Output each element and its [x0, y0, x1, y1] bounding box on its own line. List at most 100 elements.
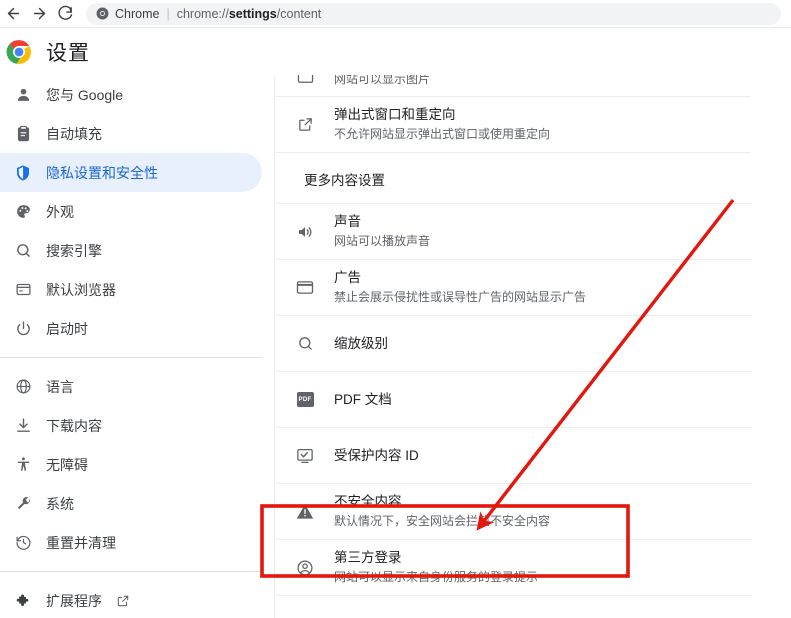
reload-icon[interactable]	[52, 1, 78, 27]
sidebar-item-label: 无障碍	[46, 456, 88, 473]
external-link-icon	[276, 116, 334, 133]
palette-icon	[0, 203, 46, 220]
omnibox-url-prefix: chrome://	[176, 6, 229, 21]
sidebar-item-search-engine[interactable]: 搜索引擎	[0, 231, 262, 270]
ad-icon	[276, 280, 334, 295]
sidebar-item-appearance[interactable]: 外观	[0, 192, 262, 231]
shield-icon	[0, 164, 46, 182]
content-row-text: 网站可以显示图片	[334, 75, 751, 88]
content-row-text: 不安全内容 默认情况下，安全网站会拦截不安全内容	[334, 493, 751, 530]
settings-sidebar: 您与 Google 自动填充 隐私设置和安全性 外观 搜索引擎 默认浏览器 启动…	[0, 75, 275, 618]
sidebar-item-label: 启动时	[46, 320, 88, 337]
pdf-icon: PDF	[276, 392, 334, 407]
omnibox-url: chrome://settings/content	[177, 7, 322, 21]
content-row-title: 弹出式窗口和重定向	[334, 107, 456, 122]
sidebar-item-privacy-and-security[interactable]: 隐私设置和安全性	[0, 153, 262, 192]
sidebar-item-label: 默认浏览器	[46, 281, 116, 298]
content-row-subtitle: 禁止会展示侵扰性或误导性广告的网站显示广告	[334, 290, 587, 304]
browser-toolbar: Chrome | chrome://settings/content	[0, 0, 791, 28]
content-row-title: 广告	[334, 270, 361, 285]
content-row-sound[interactable]: 声音 网站可以播放声音	[276, 204, 751, 260]
content-row-popups-and-redirects[interactable]: 弹出式窗口和重定向 不允许网站显示弹出式窗口或使用重定向	[276, 97, 751, 153]
person-icon	[0, 86, 46, 103]
sidebar-item-accessibility[interactable]: 无障碍	[0, 445, 262, 484]
content-settings-card: 网站可以显示图片 弹出式窗口和重定向 不允许网站显示弹出式窗口或使用重定向 更多…	[276, 75, 751, 596]
search-icon	[0, 242, 46, 259]
volume-icon	[276, 223, 334, 241]
content-row-title: PDF 文档	[334, 391, 392, 407]
content-row-text: PDF 文档	[334, 391, 751, 409]
search-icon	[276, 335, 334, 352]
content-row-title: 声音	[334, 214, 361, 229]
omnibox-app-label: Chrome	[115, 6, 160, 21]
content-row-title: 第三方登录	[334, 550, 402, 565]
content-row-subtitle: 网站可以显示来自身份服务的登录提示	[334, 570, 539, 584]
chrome-logo-icon	[6, 39, 32, 65]
section-heading-more-content-settings: 更多内容设置	[276, 153, 751, 204]
sidebar-divider	[0, 571, 262, 572]
content-row-text: 受保护内容 ID	[334, 447, 751, 465]
sidebar-item-default-browser[interactable]: 默认浏览器	[0, 270, 262, 309]
content-row-title: 不安全内容	[334, 494, 402, 509]
page-title: 设置	[46, 42, 90, 65]
protected-content-icon	[276, 448, 334, 464]
settings-content-panel: 网站可以显示图片 弹出式窗口和重定向 不允许网站显示弹出式窗口或使用重定向 更多…	[276, 75, 791, 618]
content-row-text: 广告 禁止会展示侵扰性或误导性广告的网站显示广告	[334, 269, 751, 306]
content-row-title: 缩放级别	[334, 335, 388, 351]
chrome-logo-icon	[96, 7, 109, 20]
content-row-ads[interactable]: 广告 禁止会展示侵扰性或误导性广告的网站显示广告	[276, 260, 751, 316]
sidebar-item-label: 您与 Google	[46, 86, 124, 103]
accessibility-icon	[0, 456, 46, 473]
content-row-title: 受保护内容 ID	[334, 447, 419, 463]
content-row-text: 弹出式窗口和重定向 不允许网站显示弹出式窗口或使用重定向	[334, 106, 751, 143]
history-restore-icon	[0, 534, 46, 551]
content-row-subtitle: 网站可以显示图片	[334, 75, 431, 86]
pdf-badge-label: PDF	[296, 392, 314, 407]
content-row-subtitle: 不允许网站显示弹出式窗口或使用重定向	[334, 127, 551, 141]
content-row-subtitle: 网站可以播放声音	[334, 234, 431, 248]
content-row-text: 缩放级别	[334, 335, 751, 353]
sidebar-item-label: 扩展程序	[46, 592, 102, 609]
sidebar-item-label: 语言	[46, 378, 74, 395]
sidebar-item-reset-and-cleanup[interactable]: 重置并清理	[0, 523, 262, 562]
external-link-icon[interactable]	[116, 594, 130, 608]
content-row-text: 第三方登录 网站可以显示来自身份服务的登录提示	[334, 549, 751, 586]
globe-icon	[0, 378, 46, 395]
sidebar-item-label: 下载内容	[46, 417, 102, 434]
sidebar-item-languages[interactable]: 语言	[0, 367, 262, 406]
sidebar-item-label: 系统	[46, 495, 74, 512]
omnibox-url-bold: settings	[228, 6, 277, 21]
content-row-images-cut[interactable]: 网站可以显示图片	[276, 75, 751, 97]
forward-icon[interactable]	[26, 1, 52, 27]
sidebar-item-extensions[interactable]: 扩展程序	[0, 581, 262, 618]
power-icon	[0, 320, 46, 337]
sidebar-item-you-and-google[interactable]: 您与 Google	[0, 75, 262, 114]
omnibox-separator: |	[166, 6, 170, 21]
sidebar-item-system[interactable]: 系统	[0, 484, 262, 523]
content-row-text: 声音 网站可以播放声音	[334, 213, 751, 250]
content-row-pdf-documents[interactable]: PDF PDF 文档	[276, 372, 751, 428]
settings-header: 设置	[0, 29, 791, 75]
content-row-subtitle: 默认情况下，安全网站会拦截不安全内容	[334, 514, 551, 528]
puzzle-icon	[0, 592, 46, 610]
image-icon	[276, 75, 334, 83]
sidebar-item-label: 隐私设置和安全性	[46, 164, 158, 181]
content-row-insecure-content[interactable]: 不安全内容 默认情况下，安全网站会拦截不安全内容	[276, 484, 751, 540]
omnibox-url-suffix: /content	[276, 6, 322, 21]
back-icon[interactable]	[0, 1, 26, 27]
download-icon	[0, 417, 46, 434]
browser-window-icon	[0, 281, 46, 298]
sidebar-divider	[0, 357, 262, 358]
clipboard-icon	[0, 125, 46, 142]
content-row-third-party-sign-in[interactable]: 第三方登录 网站可以显示来自身份服务的登录提示	[276, 540, 751, 596]
content-row-protected-content-id[interactable]: 受保护内容 ID	[276, 428, 751, 484]
sidebar-item-on-startup[interactable]: 启动时	[0, 309, 262, 348]
wrench-icon	[0, 495, 46, 512]
content-row-zoom-levels[interactable]: 缩放级别	[276, 316, 751, 372]
sidebar-item-label: 自动填充	[46, 125, 102, 142]
sidebar-item-downloads[interactable]: 下载内容	[0, 406, 262, 445]
omnibox[interactable]: Chrome | chrome://settings/content	[86, 2, 781, 25]
sidebar-item-label: 外观	[46, 203, 74, 220]
sidebar-item-autofill[interactable]: 自动填充	[0, 114, 262, 153]
account-circle-icon	[276, 559, 334, 577]
